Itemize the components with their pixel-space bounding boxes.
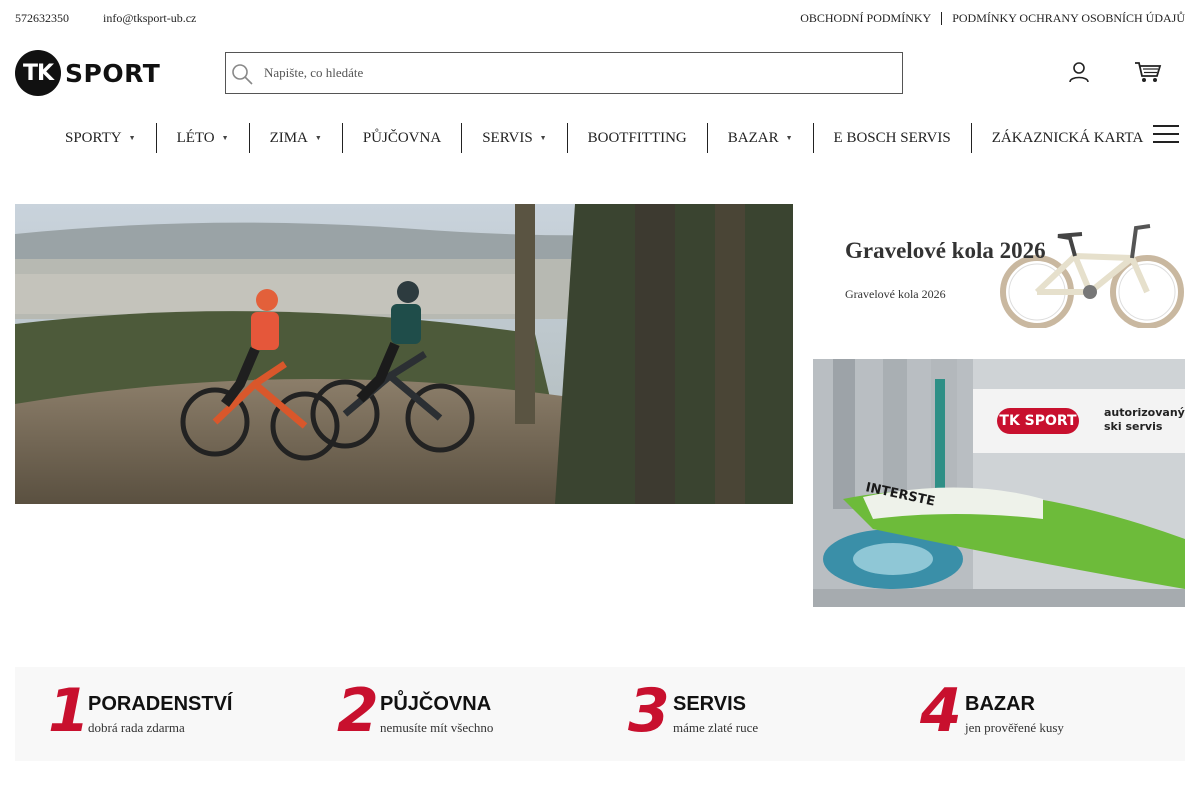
- nav-item-label: LÉTO: [176, 129, 215, 146]
- promo-subtitle: Gravelové kola 2026: [845, 287, 946, 301]
- nav-item-label: BAZAR: [727, 129, 779, 146]
- ski-tagline-1: autorizovaný: [1104, 406, 1185, 419]
- feature-title: PŮJČOVNA: [380, 693, 492, 715]
- chevron-down-icon: ▼: [128, 134, 136, 142]
- nav-item-leto[interactable]: LÉTO ▼: [155, 123, 249, 153]
- chevron-down-icon: ▼: [314, 134, 322, 142]
- feature-number: 2: [337, 676, 379, 746]
- logo-word: SPORT: [65, 58, 161, 88]
- feature-subtitle: dobrá rada zdarma: [88, 720, 185, 735]
- feature-title: SERVIS: [673, 693, 746, 715]
- feature-number: 4: [920, 676, 962, 746]
- chevron-down-icon: ▼: [221, 134, 229, 142]
- promo-title[interactable]: Gravelové kola 2026: [845, 238, 1046, 264]
- top-links: OBCHODNÍ PODMÍNKY PODMÍNKY OCHRANY OSOBN…: [800, 11, 1185, 26]
- nav-item-pujcovna[interactable]: PŮJČOVNA: [341, 123, 461, 153]
- logo-mark: TK: [15, 50, 61, 96]
- nav-item-label: E BOSCH SERVIS: [833, 129, 951, 146]
- divider: [941, 12, 943, 25]
- main-nav: SPORTY ▼ LÉTO ▼ ZIMA ▼ PŮJČOVNA SERVIS ▼ BOO…: [45, 123, 1163, 153]
- nav-item-bootfitting[interactable]: BOOTFITTING: [566, 123, 707, 153]
- ski-service-banner[interactable]: INTERSTE TK SPORT autorizovaný ski servi…: [813, 359, 1185, 607]
- user-icon[interactable]: [1067, 60, 1091, 84]
- nav-item-label: SPORTY: [65, 129, 122, 146]
- chevron-down-icon: ▼: [539, 134, 547, 142]
- search-icon[interactable]: [230, 62, 254, 86]
- cart-icon[interactable]: [1134, 60, 1162, 84]
- nav-item-zima[interactable]: ZIMA ▼: [248, 123, 342, 153]
- gravel-bike-image: [1000, 224, 1184, 328]
- email-link[interactable]: info@tksport-ub.cz: [103, 11, 196, 26]
- chevron-down-icon: ▼: [785, 134, 793, 142]
- feature-title: PORADENSTVÍ: [88, 693, 233, 715]
- nav-item-servis[interactable]: SERVIS ▼: [461, 123, 566, 153]
- nav-item-bazar[interactable]: BAZAR ▼: [706, 123, 813, 153]
- search-bar[interactable]: [225, 52, 903, 94]
- nav-item-label: ZIMA: [269, 129, 308, 146]
- ski-tagline: autorizovaný ski servis: [1104, 406, 1185, 434]
- nav-item-sporty[interactable]: SPORTY ▼: [45, 123, 156, 153]
- phone-number[interactable]: 572632350: [15, 11, 69, 26]
- feature-number: 3: [628, 676, 670, 746]
- nav-item-ebosch-servis[interactable]: E BOSCH SERVIS: [812, 123, 971, 153]
- privacy-link[interactable]: PODMÍNKY OCHRANY OSOBNÍCH ÚDAJŮ: [952, 11, 1185, 26]
- nav-item-label: PŮJČOVNA: [362, 129, 442, 146]
- nav-item-zakaznicka-karta[interactable]: ZÁKAZNICKÁ KARTA: [970, 123, 1164, 153]
- feature-title: BAZAR: [965, 693, 1035, 715]
- hero-slider[interactable]: [15, 204, 793, 504]
- nav-item-label: ZÁKAZNICKÁ KARTA: [991, 129, 1144, 146]
- search-input[interactable]: [264, 53, 894, 93]
- hero-image: [15, 204, 793, 504]
- features-bar: 1 PORADENSTVÍ dobrá rada zdarma 2 PŮJČOV…: [15, 667, 1185, 761]
- nav-item-label: SERVIS: [482, 129, 533, 146]
- hamburger-menu-icon[interactable]: [1153, 125, 1179, 145]
- feature-subtitle: jen prověřené kusy: [965, 720, 1064, 735]
- feature-subtitle: máme zlaté ruce: [673, 720, 759, 735]
- site-logo[interactable]: TK SPORT: [15, 50, 160, 96]
- terms-link[interactable]: OBCHODNÍ PODMÍNKY: [800, 11, 931, 26]
- ski-tagline-2: ski servis: [1104, 420, 1163, 433]
- ski-service-badge: TK SPORT autorizovaný ski servis: [973, 389, 1185, 453]
- promo-gravel-bikes[interactable]: Gravelové kola 2026 Gravelové kola 2026: [813, 204, 1185, 344]
- feature-number: 1: [48, 676, 90, 746]
- nav-item-label: BOOTFITTING: [587, 129, 687, 146]
- feature-subtitle: nemusíte mít všechno: [380, 720, 494, 735]
- ski-logo-mark: TK SPORT: [997, 408, 1079, 434]
- top-bar: 572632350 info@tksport-ub.cz OBCHODNÍ PO…: [0, 0, 1200, 38]
